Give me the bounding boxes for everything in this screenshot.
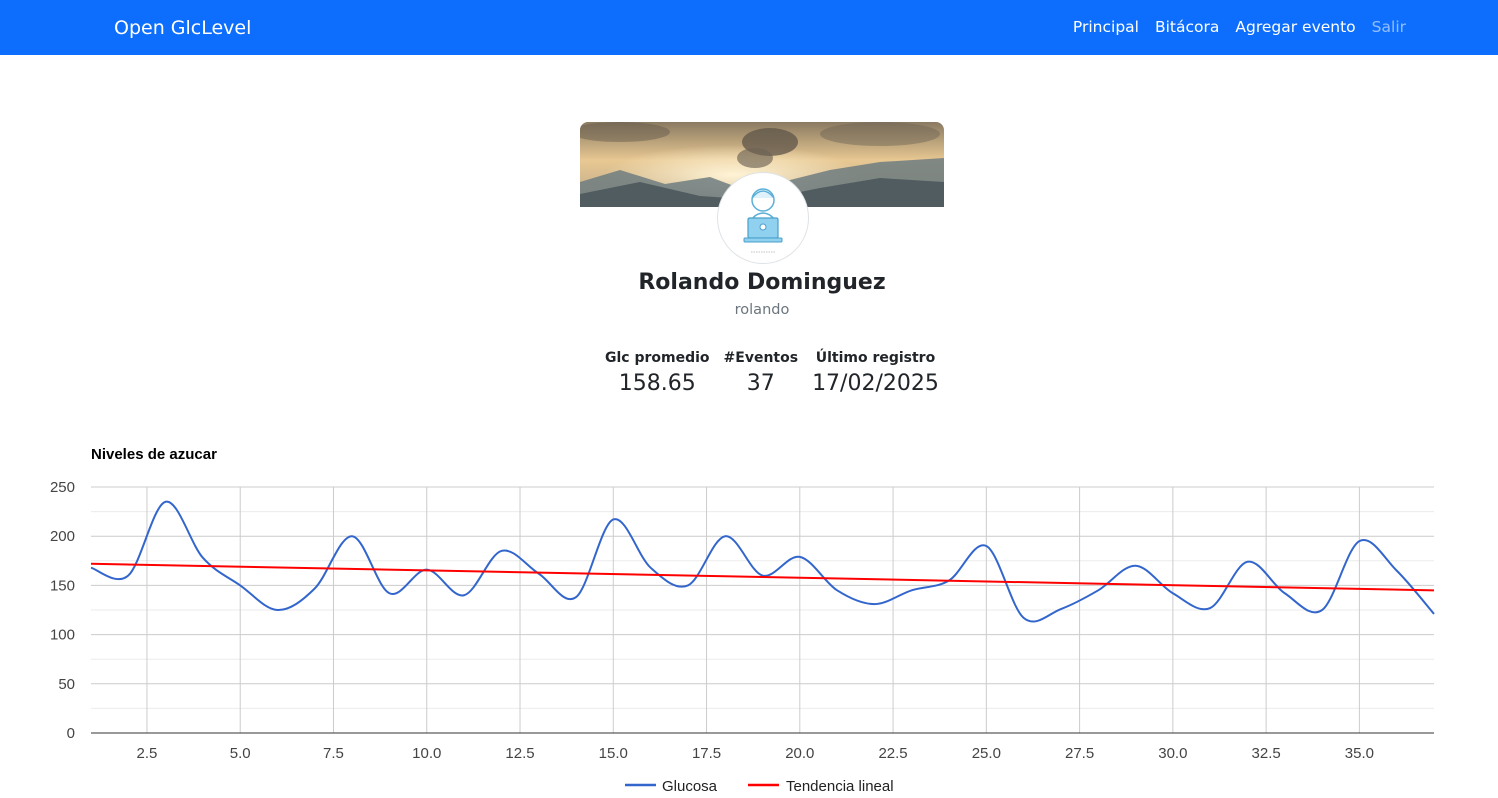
x-tick-label: 22.5 — [878, 745, 907, 762]
x-tick-label: 17.5 — [692, 745, 721, 762]
stat-glc-promedio: Glc promedio 158.65 — [598, 348, 717, 400]
profile-name: Rolando Dominguez — [638, 270, 886, 295]
stats-row: Glc promedio 158.65 #Eventos 37 Último r… — [598, 348, 946, 400]
x-tick-label: 10.0 — [412, 745, 441, 762]
stat-label: #Eventos — [723, 350, 799, 366]
nav-links: Principal Bitácora Agregar evento Salir — [1073, 16, 1406, 38]
user-avatar — [718, 173, 808, 263]
stat-ultimo-registro: Último registro 17/02/2025 — [805, 348, 946, 400]
nav-link-agregar-evento[interactable]: Agregar evento — [1235, 16, 1355, 38]
brand-logo[interactable]: Open GlcLevel — [114, 15, 251, 41]
y-tick-label: 200 — [50, 528, 75, 545]
top-navbar: Open GlcLevel Principal Bitácora Agregar… — [0, 0, 1498, 55]
x-tick-label: 12.5 — [505, 745, 534, 762]
x-tick-label: 27.5 — [1065, 745, 1094, 762]
stat-eventos: #Eventos 37 — [717, 348, 806, 400]
stat-value: 17/02/2025 — [812, 371, 939, 396]
nav-link-salir[interactable]: Salir — [1372, 16, 1406, 38]
legend-label-tendencia: Tendencia lineal — [786, 778, 894, 795]
stat-label: Glc promedio — [605, 350, 710, 366]
series-line-glucosa — [90, 500, 1435, 623]
stat-value: 158.65 — [618, 371, 696, 396]
x-tick-label: 35.0 — [1345, 745, 1374, 762]
x-tick-label: 32.5 — [1252, 745, 1281, 762]
stat-value: 37 — [746, 371, 775, 396]
y-tick-label: 50 — [58, 676, 75, 693]
x-tick-label: 25.0 — [972, 745, 1001, 762]
x-tick-label: 5.0 — [230, 745, 251, 762]
stat-label: Último registro — [815, 350, 936, 366]
glucose-chart-svg: Niveles de azucar 0 50 100 150 200 250 2.5 5.0 7… — [50, 446, 1435, 795]
x-tick-label: 30.0 — [1158, 745, 1187, 762]
profile-username: rolando — [734, 302, 790, 318]
y-tick-label: 0 — [67, 725, 75, 742]
x-tick-label: 15.0 — [599, 745, 628, 762]
legend-label-glucosa: Glucosa — [662, 778, 718, 795]
x-tick-label: 2.5 — [137, 745, 158, 762]
nav-link-bitacora[interactable]: Bitácora — [1155, 16, 1219, 38]
glucose-chart: Niveles de azucar 0 50 100 150 200 250 2.5 5.0 7… — [0, 430, 1498, 798]
y-tick-label: 100 — [50, 627, 75, 644]
x-tick-label: 20.0 — [785, 745, 814, 762]
nav-link-principal[interactable]: Principal — [1073, 16, 1139, 38]
chart-title: Niveles de azucar — [91, 446, 217, 463]
x-tick-label: 7.5 — [323, 745, 344, 762]
y-tick-label: 150 — [50, 577, 75, 594]
y-tick-label: 250 — [50, 479, 75, 496]
